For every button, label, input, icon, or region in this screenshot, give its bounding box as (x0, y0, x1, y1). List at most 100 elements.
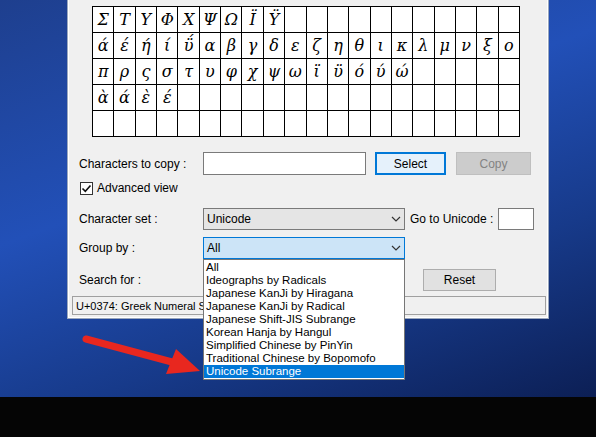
character-cell[interactable]: φ (221, 59, 242, 85)
character-cell[interactable]: ω (285, 59, 306, 85)
character-cell[interactable] (371, 7, 392, 33)
character-cell[interactable] (200, 111, 221, 137)
character-cell[interactable] (178, 111, 199, 137)
character-cell[interactable]: έ (157, 85, 178, 111)
character-cell[interactable]: α (200, 33, 221, 59)
group-by-option[interactable]: Japanese Shift-JIS Subrange (204, 313, 404, 326)
character-cell[interactable] (435, 7, 456, 33)
character-cell[interactable] (477, 111, 498, 137)
character-cell[interactable] (456, 59, 477, 85)
character-cell[interactable] (477, 85, 498, 111)
group-by-dropdown[interactable]: All (203, 237, 405, 259)
character-cell[interactable] (285, 7, 306, 33)
group-by-option[interactable]: Japanese KanJi by Radical (204, 300, 404, 313)
character-cell[interactable]: τ (178, 59, 199, 85)
character-cell[interactable]: Φ (157, 7, 178, 33)
character-cell[interactable] (328, 111, 349, 137)
character-cell[interactable]: ὲ (136, 85, 157, 111)
character-cell[interactable] (456, 7, 477, 33)
character-cell[interactable]: δ (264, 33, 285, 59)
character-cell[interactable]: ξ (477, 33, 498, 59)
character-cell[interactable]: ο (499, 33, 520, 59)
character-cell[interactable] (435, 85, 456, 111)
character-cell[interactable]: Υ (136, 7, 157, 33)
character-cell[interactable] (307, 111, 328, 137)
character-cell[interactable]: ΰ (178, 33, 199, 59)
character-cell[interactable]: ό (349, 59, 370, 85)
group-by-option[interactable]: Japanese KanJi by Hiragana (204, 287, 404, 300)
character-cell[interactable] (242, 111, 263, 137)
character-cell[interactable] (499, 7, 520, 33)
character-cell[interactable]: ύ (371, 59, 392, 85)
character-cell[interactable] (200, 85, 221, 111)
character-grid[interactable]: ΣΤΥΦΧΨΩΪΫάέήίΰαβγδεζηθικλμνξοπρςστυφχψωϊ… (92, 6, 520, 137)
group-by-option[interactable]: Ideographs by Radicals (204, 274, 404, 287)
character-cell[interactable] (328, 85, 349, 111)
character-cell[interactable] (413, 7, 434, 33)
character-cell[interactable] (349, 7, 370, 33)
character-cell[interactable]: Σ (93, 7, 114, 33)
character-cell[interactable] (435, 59, 456, 85)
character-cell[interactable]: ψ (264, 59, 285, 85)
character-cell[interactable]: Ϋ (264, 7, 285, 33)
character-cell[interactable]: η (328, 33, 349, 59)
character-cell[interactable]: ε (285, 33, 306, 59)
character-cell[interactable]: Χ (178, 7, 199, 33)
character-cell[interactable] (136, 111, 157, 137)
character-cell[interactable]: ν (456, 33, 477, 59)
character-cell[interactable] (392, 7, 413, 33)
character-cell[interactable] (413, 85, 434, 111)
character-cell[interactable]: ὰ (93, 85, 114, 111)
character-cell[interactable] (392, 85, 413, 111)
character-cell[interactable] (178, 85, 199, 111)
character-cell[interactable]: θ (349, 33, 370, 59)
character-cell[interactable] (328, 7, 349, 33)
character-cell[interactable]: Ϊ (242, 7, 263, 33)
character-cell[interactable]: ώ (392, 59, 413, 85)
character-cell[interactable] (499, 59, 520, 85)
select-button[interactable]: Select (375, 152, 446, 175)
character-cell[interactable]: Τ (114, 7, 135, 33)
character-cell[interactable] (221, 111, 242, 137)
character-cell[interactable] (456, 111, 477, 137)
character-cell[interactable] (349, 111, 370, 137)
character-cell[interactable]: Ω (221, 7, 242, 33)
group-by-option[interactable]: Simplified Chinese by PinYin (204, 339, 404, 352)
character-cell[interactable] (392, 111, 413, 137)
chevron-down-icon[interactable] (388, 211, 404, 227)
character-cell[interactable] (114, 111, 135, 137)
character-cell[interactable]: ϋ (328, 59, 349, 85)
character-cell[interactable] (477, 59, 498, 85)
character-cell[interactable] (371, 111, 392, 137)
character-cell[interactable]: έ (114, 33, 135, 59)
group-by-option[interactable]: Unicode Subrange (204, 365, 404, 378)
character-cell[interactable] (456, 85, 477, 111)
character-cell[interactable]: ς (136, 59, 157, 85)
group-by-option[interactable]: Traditional Chinese by Bopomofo (204, 352, 404, 365)
character-cell[interactable] (499, 85, 520, 111)
character-cell[interactable]: ί (157, 33, 178, 59)
character-cell[interactable] (242, 85, 263, 111)
character-cell[interactable] (157, 111, 178, 137)
group-by-option[interactable]: All (204, 261, 404, 274)
character-cell[interactable] (499, 111, 520, 137)
character-cell[interactable]: π (93, 59, 114, 85)
character-cell[interactable] (93, 111, 114, 137)
character-cell[interactable]: ρ (114, 59, 135, 85)
character-cell[interactable]: ι (371, 33, 392, 59)
character-cell[interactable] (285, 111, 306, 137)
character-cell[interactable]: σ (157, 59, 178, 85)
character-cell[interactable] (413, 59, 434, 85)
go-to-unicode-input[interactable] (498, 208, 534, 230)
character-cell[interactable]: λ (413, 33, 434, 59)
copy-input[interactable] (203, 152, 366, 175)
character-cell[interactable] (285, 85, 306, 111)
character-cell[interactable] (413, 111, 434, 137)
character-cell[interactable] (264, 111, 285, 137)
character-cell[interactable]: β (221, 33, 242, 59)
character-cell[interactable]: ά (114, 85, 135, 111)
advanced-view-label[interactable]: Advanced view (97, 181, 178, 195)
character-cell[interactable] (221, 85, 242, 111)
character-set-dropdown[interactable]: Unicode (203, 208, 405, 230)
advanced-view-checkbox[interactable] (80, 182, 93, 195)
